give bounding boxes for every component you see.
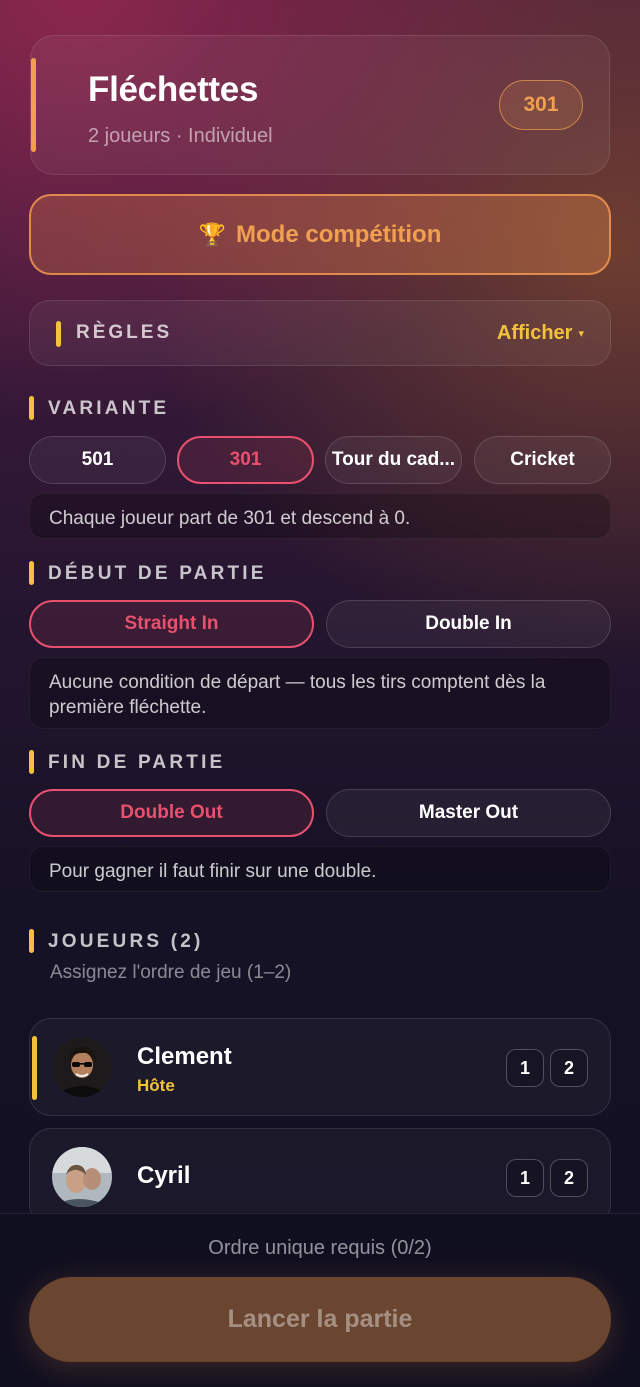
rules-accent-bar (56, 321, 61, 347)
rules-show-toggle[interactable]: Afficher ▾ (497, 322, 584, 345)
game-header-card: Fléchettes 2 joueurs · Individuel 301 (30, 35, 610, 175)
end-section-bar (29, 750, 34, 774)
player-host-accent-bar (32, 1036, 37, 1100)
end-section-title: FIN DE PARTIE (48, 752, 226, 773)
start-option-straight-in[interactable]: Straight In (29, 600, 314, 648)
variant-option-tour-du-cadran[interactable]: Tour du cad... (325, 436, 462, 484)
end-option-double-out[interactable]: Double Out (29, 789, 314, 837)
end-description: Pour gagner il faut finir sur une double… (29, 846, 611, 892)
rules-card: RÈGLES Afficher ▾ (29, 300, 611, 366)
competition-mode-button[interactable]: 🏆 Mode compétition (29, 194, 611, 275)
variant-description: Chaque joueur part de 301 et descend à 0… (29, 493, 611, 539)
competition-mode-label: Mode compétition (236, 220, 442, 248)
player-card[interactable]: Cyril 1 2 (29, 1128, 611, 1226)
players-section-bar (29, 929, 34, 953)
order-option-1[interactable]: 1 (506, 1159, 544, 1197)
variant-section-title: VARIANTE (48, 398, 170, 419)
player-role-badge: Hôte (137, 1076, 175, 1095)
order-option-2[interactable]: 2 (550, 1049, 588, 1087)
variant-section-bar (29, 396, 34, 420)
page-title: Fléchettes (88, 70, 259, 109)
variant-option-cricket[interactable]: Cricket (474, 436, 611, 484)
rules-show-label: Afficher (496, 322, 573, 344)
order-option-1[interactable]: 1 (506, 1049, 544, 1087)
page-subtitle: 2 joueurs · Individuel (88, 125, 273, 147)
launch-game-button[interactable]: Lancer la partie (29, 1277, 611, 1362)
start-section-bar (29, 561, 34, 585)
start-option-double-in[interactable]: Double In (326, 600, 611, 648)
players-subtitle: Assignez l'ordre de jeu (1–2) (50, 962, 292, 983)
order-option-2[interactable]: 2 (550, 1159, 588, 1197)
players-section-title: JOUEURS (2) (48, 931, 204, 952)
chevron-down-icon: ▾ (578, 328, 584, 341)
end-option-master-out[interactable]: Master Out (326, 789, 611, 837)
variant-badge: 301 (499, 80, 583, 130)
rules-label: RÈGLES (76, 322, 173, 343)
variant-option-301[interactable]: 301 (177, 436, 314, 484)
start-section-title: DÉBUT DE PARTIE (48, 563, 267, 584)
avatar (52, 1147, 112, 1207)
trophy-icon: 🏆 (198, 221, 227, 247)
order-status-text: Ordre unique requis (0/2) (208, 1237, 432, 1259)
avatar (52, 1037, 112, 1097)
start-description: Aucune condition de départ — tous les ti… (29, 657, 611, 729)
player-name: Clement (137, 1043, 232, 1070)
header-accent-bar (31, 58, 36, 152)
player-card[interactable]: Clement Hôte 1 2 (29, 1018, 611, 1116)
variant-option-501[interactable]: 501 (29, 436, 166, 484)
player-name: Cyril (137, 1162, 191, 1189)
